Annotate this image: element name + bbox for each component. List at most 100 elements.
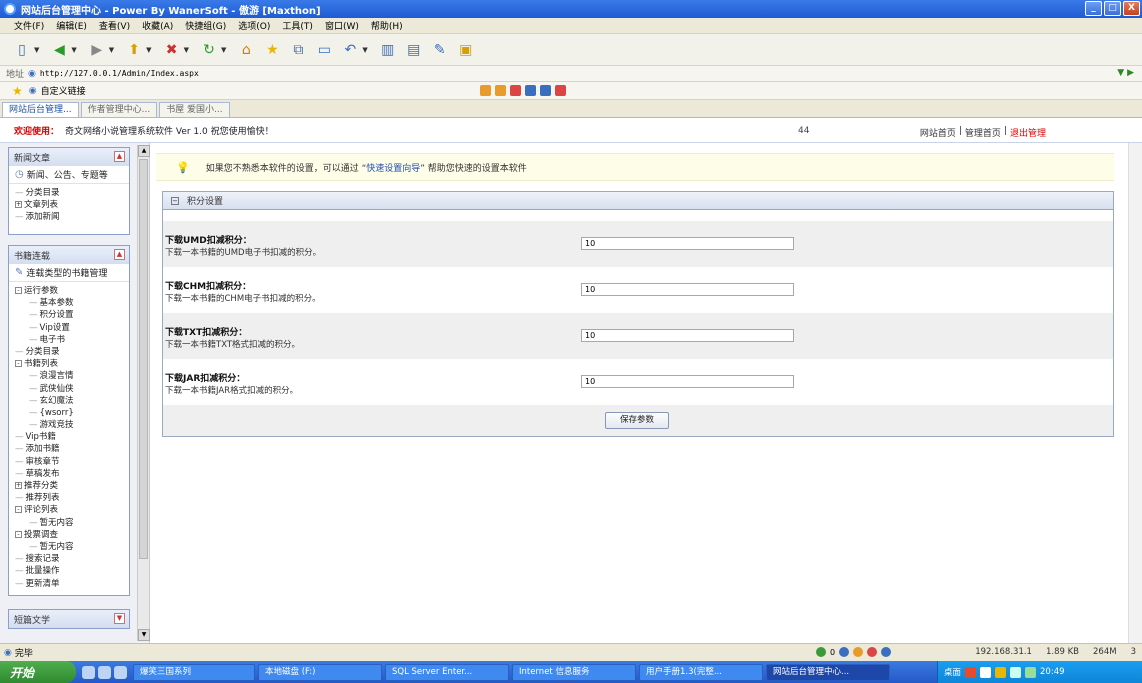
chm-points-input[interactable]: 10 xyxy=(581,283,794,296)
collapse-icon[interactable]: ▲ xyxy=(114,151,125,162)
network-tray-icon[interactable] xyxy=(1025,666,1037,678)
tree-item[interactable]: — 暂无内容 xyxy=(15,517,129,529)
tab-bookstore[interactable]: 书屋 爱国小... xyxy=(159,102,230,117)
sidebar-scrollbar[interactable]: ▲ ▼ xyxy=(137,145,150,641)
tree-item[interactable]: — 电子书 xyxy=(15,334,129,346)
tree-item[interactable]: — 草稿发布 xyxy=(15,468,129,480)
tree-item[interactable]: + 推荐分类 xyxy=(15,480,129,492)
stop-icon[interactable]: ✖ xyxy=(162,40,182,60)
expand-icon[interactable]: ▼ xyxy=(114,613,125,624)
tree-item[interactable]: — 分类目录 xyxy=(15,346,129,358)
task-sql-server[interactable]: SQL Server Enter... xyxy=(385,663,509,681)
minimize-button[interactable]: _ xyxy=(1085,1,1102,16)
input-method-icon[interactable] xyxy=(965,666,977,678)
tab-admin-center[interactable]: 网站后台管理... xyxy=(2,102,79,117)
menu-options[interactable]: 选项(O) xyxy=(238,19,270,32)
desktop-icon[interactable] xyxy=(98,665,111,679)
tab-author-center[interactable]: 作者管理中心... xyxy=(80,102,158,117)
window-icon[interactable]: ▭ xyxy=(314,40,334,60)
tree-item[interactable]: — 玄幻魔法 xyxy=(15,395,129,407)
txt-points-input[interactable]: 10 xyxy=(581,329,794,342)
site-home-link[interactable]: 网站首页 xyxy=(920,126,956,139)
tree-item[interactable]: — 更新清单 xyxy=(15,578,129,590)
tree-item[interactable]: - 运行参数 xyxy=(15,285,129,297)
panel-short-header[interactable]: 短篇文学 ▼ xyxy=(9,610,129,628)
custom-links[interactable]: 自定义链接 xyxy=(41,84,86,97)
restore-button[interactable]: □ xyxy=(1104,1,1121,16)
home-icon[interactable]: ⌂ xyxy=(236,40,256,60)
scroll-up-icon[interactable]: ▲ xyxy=(138,145,150,157)
dropdown-arrow-icon[interactable]: ▼ xyxy=(184,46,189,54)
tree-item[interactable]: — 浪漫言情 xyxy=(15,370,129,382)
tree-item[interactable]: — 添加书籍 xyxy=(15,443,129,455)
tree-item[interactable]: — {wsorr} xyxy=(15,407,129,419)
volume-icon[interactable] xyxy=(1010,666,1022,678)
close-button[interactable]: X xyxy=(1123,1,1140,16)
favorites-star-icon[interactable]: ★ xyxy=(12,84,23,98)
menu-favorites[interactable]: 收藏(A) xyxy=(142,19,173,32)
up-icon[interactable]: ⬆ xyxy=(124,40,144,60)
favorites-star-icon[interactable]: ★ xyxy=(262,40,282,60)
tree-item[interactable]: — 搜索记录 xyxy=(15,553,129,565)
points-settings-header[interactable]: − 积分设置 xyxy=(163,192,1113,210)
scroll-down-icon[interactable]: ▼ xyxy=(138,629,150,641)
panel-news-header[interactable]: 新闻文章 ▲ xyxy=(9,148,129,166)
dropdown-arrow-icon[interactable]: ▼ xyxy=(146,46,151,54)
new-page-icon[interactable]: ▯ xyxy=(12,40,32,60)
url-input[interactable]: http://127.0.0.1/Admin/Index.aspx xyxy=(40,69,199,78)
tree-item[interactable]: — 武侠仙侠 xyxy=(15,383,129,395)
go-icon[interactable]: ▼ ▶ xyxy=(1117,68,1134,78)
tree-item[interactable]: — 批量操作 xyxy=(15,565,129,577)
tree-item[interactable]: - 投票调查 xyxy=(15,529,129,541)
scroll-thumb[interactable] xyxy=(139,159,148,559)
tree-item[interactable]: + 文章列表 xyxy=(15,199,129,211)
quick-setup-link[interactable]: 快速设置向导 xyxy=(366,161,420,174)
edit-icon[interactable]: ✎ xyxy=(430,40,450,60)
task-manual[interactable]: 用户手册1.3(完整... xyxy=(639,663,763,681)
groups-icon[interactable]: ⧉ xyxy=(288,40,308,60)
admin-home-link[interactable]: 管理首页 xyxy=(965,126,1001,139)
menu-view[interactable]: 查看(V) xyxy=(99,19,130,32)
umd-points-input[interactable]: 10 xyxy=(581,237,794,250)
sidebar-icon[interactable]: ▤ xyxy=(404,40,424,60)
network-icon[interactable] xyxy=(816,647,826,657)
dropdown-arrow-icon[interactable]: ▼ xyxy=(362,46,367,54)
panel-books-header[interactable]: 书籍连载 ▲ xyxy=(9,246,129,264)
popup-block-icon[interactable] xyxy=(839,647,850,657)
tree-item[interactable]: — 积分设置 xyxy=(15,309,129,321)
qq-icon[interactable] xyxy=(995,666,1007,678)
dropdown-arrow-icon[interactable]: ▼ xyxy=(34,46,39,54)
tools-icon[interactable]: ▣ xyxy=(456,40,476,60)
close-tab-icon[interactable] xyxy=(510,85,521,96)
task-iis[interactable]: Internet 信息服务 xyxy=(512,663,636,681)
task-folder[interactable]: 爆笑三国系列 xyxy=(133,663,255,681)
tree-item[interactable]: — 基本参数 xyxy=(15,297,129,309)
task-drive[interactable]: 本地磁盘 (F:) xyxy=(258,663,382,681)
menu-help[interactable]: 帮助(H) xyxy=(371,19,403,32)
prev-icon[interactable] xyxy=(480,85,491,96)
ad-block-icon[interactable] xyxy=(853,647,864,657)
settings-icon[interactable] xyxy=(881,647,892,657)
jar-points-input[interactable]: 10 xyxy=(581,375,794,388)
tree-item[interactable]: — 游戏竞技 xyxy=(15,419,129,431)
dropdown-arrow-icon[interactable]: ▼ xyxy=(71,46,76,54)
start-button[interactable]: 开始 xyxy=(0,661,76,683)
tree-item[interactable]: - 评论列表 xyxy=(15,504,129,516)
content-scrollbar[interactable] xyxy=(1128,143,1142,643)
menu-file[interactable]: 文件(F) xyxy=(14,19,44,32)
forward-icon[interactable]: ▶ xyxy=(87,40,107,60)
save-settings-button[interactable]: 保存参数 xyxy=(605,412,669,429)
maxthon-icon[interactable] xyxy=(114,665,127,679)
layout-icon[interactable]: ▥ xyxy=(378,40,398,60)
tree-item[interactable]: — 添加新闻 xyxy=(15,211,129,223)
desktop-toolbar-label[interactable]: 桌面 xyxy=(944,666,961,678)
close-all-icon[interactable] xyxy=(555,85,566,96)
speed-icon[interactable] xyxy=(867,647,878,657)
tree-item[interactable]: — Vip设置 xyxy=(15,322,129,334)
collapse-icon[interactable]: − xyxy=(171,196,179,205)
tree-item[interactable]: — 审核章节 xyxy=(15,456,129,468)
collapse-icon[interactable]: ▲ xyxy=(114,249,125,260)
tree-item[interactable]: — 暂无内容 xyxy=(15,541,129,553)
save-icon[interactable] xyxy=(525,85,536,96)
undo-icon[interactable]: ↶ xyxy=(340,40,360,60)
